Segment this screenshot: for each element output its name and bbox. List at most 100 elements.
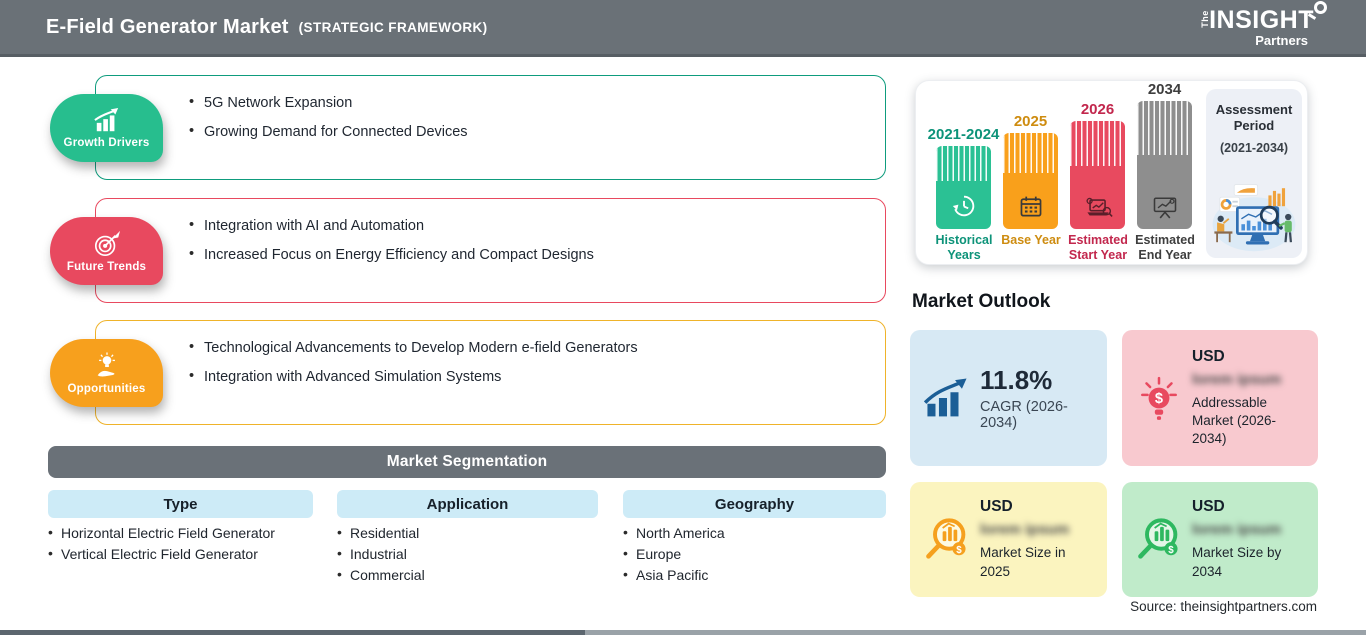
cagr-caption: CAGR (2026-2034) bbox=[980, 399, 1068, 431]
magnifier-bars-dollar-icon: $ bbox=[1138, 517, 1178, 559]
magnifier-bars-dollar-icon: $ bbox=[926, 517, 966, 559]
list-item: Residential bbox=[337, 525, 425, 540]
analytics-illustration bbox=[1212, 184, 1296, 252]
logo-partners: Partners bbox=[1255, 33, 1308, 48]
card-caption: Market Size in 2025 bbox=[980, 545, 1066, 579]
growth-drivers-list: 5G Network Expansion Growing Demand for … bbox=[96, 76, 885, 141]
future-trends-badge: Future Trends bbox=[50, 217, 163, 285]
segment-header-application: Application bbox=[337, 490, 598, 518]
bar-year-label: 2026 bbox=[1080, 101, 1115, 118]
segment-header-geography: Geography bbox=[623, 490, 886, 518]
logo-insight: INSIGHT bbox=[1209, 1, 1327, 33]
estimated-end-year-bar: 2034 bbox=[1137, 81, 1192, 229]
historical-years-bar: 2021-2024 bbox=[928, 81, 999, 229]
list-item: Commercial bbox=[337, 567, 425, 582]
calendar-icon bbox=[1020, 196, 1041, 217]
logo-row: The INSIGHT bbox=[1144, 1, 1327, 33]
card-text: 11.8% CAGR (2026-2034) bbox=[980, 365, 1099, 431]
growth-drivers-panel: 5G Network Expansion Growing Demand for … bbox=[95, 75, 886, 180]
geography-list: North America Europe Asia Pacific bbox=[623, 525, 725, 589]
segment-header-type: Type bbox=[48, 490, 313, 518]
obscured-value: lorem ipsum bbox=[980, 521, 1070, 539]
history-clock-icon bbox=[952, 195, 974, 217]
bar-caption: Estimated Start Year bbox=[1068, 233, 1128, 262]
bar bbox=[1070, 121, 1125, 229]
list-item: Integration with AI and Automation bbox=[189, 218, 867, 235]
card-icon-wrap: $ bbox=[1134, 374, 1184, 422]
card-text: USD lorem ipsum Market Size by 2034 bbox=[1192, 498, 1310, 580]
bulb-dollar-icon: $ bbox=[1141, 376, 1177, 420]
bar bbox=[1137, 101, 1192, 229]
type-list: Horizontal Electric Field Generator Vert… bbox=[48, 525, 275, 568]
addressable-market-card: $ USD lorem ipsum Addressable Market (20… bbox=[1122, 330, 1318, 466]
magnifier-lens-icon bbox=[1314, 1, 1327, 14]
header-bar: E-Field Generator Market (STRATEGIC FRAM… bbox=[0, 0, 1366, 57]
bar-caption: Historical Years bbox=[935, 233, 993, 262]
presentation-chart-icon bbox=[1153, 197, 1176, 219]
svg-text:$: $ bbox=[1155, 391, 1163, 407]
card-caption: Addressable Market (2026-2034) bbox=[1192, 394, 1277, 447]
list-item: Growing Demand for Connected Devices bbox=[189, 124, 867, 141]
bar-year-label: 2034 bbox=[1147, 81, 1182, 98]
badge-label: Future Trends bbox=[66, 260, 147, 273]
bar-caption: Estimated End Year bbox=[1135, 233, 1195, 262]
market-segmentation-header: Market Segmentation bbox=[48, 446, 886, 478]
obscured-value: lorem ipsum bbox=[1192, 370, 1282, 388]
svg-text:$: $ bbox=[956, 544, 962, 555]
list-item: 5G Network Expansion bbox=[189, 95, 867, 112]
infographic-page: E-Field Generator Market (STRATEGIC FRAM… bbox=[0, 0, 1366, 635]
cagr-value: 11.8% bbox=[980, 365, 1053, 395]
assessment-title: Assessment Period bbox=[1215, 102, 1293, 134]
market-size-2025-card: $ USD lorem ipsum Market Size in 2025 bbox=[910, 482, 1107, 597]
footer-strip-right bbox=[585, 630, 1366, 635]
card-text: USD lorem ipsum Market Size in 2025 bbox=[980, 498, 1099, 580]
card-icon-wrap: $ bbox=[922, 516, 972, 564]
badge-label: Growth Drivers bbox=[63, 136, 150, 149]
estimated-start-year-bar: 2026 bbox=[1070, 81, 1125, 229]
list-item: Vertical Electric Field Generator bbox=[48, 546, 275, 561]
list-item: Technological Advancements to Develop Mo… bbox=[189, 340, 867, 357]
bar-year-label: 2025 bbox=[1013, 113, 1048, 130]
list-item: Integration with Advanced Simulation Sys… bbox=[189, 369, 867, 386]
laptop-analytics-icon bbox=[1085, 197, 1113, 217]
market-outlook-title: Market Outlook bbox=[912, 291, 1051, 312]
card-icon-wrap bbox=[922, 378, 972, 418]
base-year-bar: 2025 bbox=[1003, 81, 1058, 229]
opportunities-badge: Opportunities bbox=[50, 339, 163, 407]
card-caption: Market Size by 2034 bbox=[1192, 545, 1282, 579]
assessment-period-panel: Assessment Period (2021-2034) bbox=[1206, 89, 1302, 258]
bar-year-label: 2021-2024 bbox=[927, 126, 1000, 143]
source-attribution: Source: theinsightpartners.com bbox=[1130, 599, 1317, 614]
card-text: USD lorem ipsum Addressable Market (2026… bbox=[1192, 348, 1310, 449]
market-size-2034-card: $ USD lorem ipsum Market Size by 2034 bbox=[1122, 482, 1318, 597]
forecast-timeline-card: 2021-2024 Historical Years 2025 Base Yea… bbox=[915, 80, 1308, 265]
currency-label: USD bbox=[1192, 498, 1225, 516]
obscured-value: lorem ipsum bbox=[1192, 521, 1282, 539]
list-item: Increased Focus on Energy Efficiency and… bbox=[189, 247, 867, 264]
opportunities-panel: Technological Advancements to Develop Mo… bbox=[95, 320, 886, 425]
growth-drivers-badge: Growth Drivers bbox=[50, 94, 163, 162]
list-item: Industrial bbox=[337, 546, 425, 561]
company-logo: The INSIGHT Partners bbox=[1144, 1, 1327, 52]
currency-label: USD bbox=[980, 498, 1013, 516]
future-trends-list: Integration with AI and Automation Incre… bbox=[96, 199, 885, 264]
page-subtitle: (STRATEGIC FRAMEWORK) bbox=[298, 19, 488, 35]
list-item: Europe bbox=[623, 546, 725, 561]
cagr-card: 11.8% CAGR (2026-2034) bbox=[910, 330, 1107, 466]
target-dart-icon bbox=[94, 230, 120, 256]
currency-label: USD bbox=[1192, 347, 1225, 365]
card-icon-wrap: $ bbox=[1134, 516, 1184, 564]
opportunities-list: Technological Advancements to Develop Mo… bbox=[96, 321, 885, 386]
list-item: North America bbox=[623, 525, 725, 540]
list-item: Horizontal Electric Field Generator bbox=[48, 525, 275, 540]
badge-label: Opportunities bbox=[67, 382, 146, 395]
cagr-growth-icon bbox=[924, 378, 967, 417]
bar-caption: Base Year bbox=[1001, 233, 1061, 247]
bar bbox=[1003, 133, 1058, 229]
footer-strip-left bbox=[0, 630, 585, 635]
idea-hand-icon bbox=[97, 351, 115, 376]
assessment-range: (2021-2034) bbox=[1219, 140, 1289, 155]
bar bbox=[936, 146, 991, 229]
application-list: Residential Industrial Commercial bbox=[337, 525, 425, 589]
svg-text:$: $ bbox=[1168, 544, 1174, 555]
